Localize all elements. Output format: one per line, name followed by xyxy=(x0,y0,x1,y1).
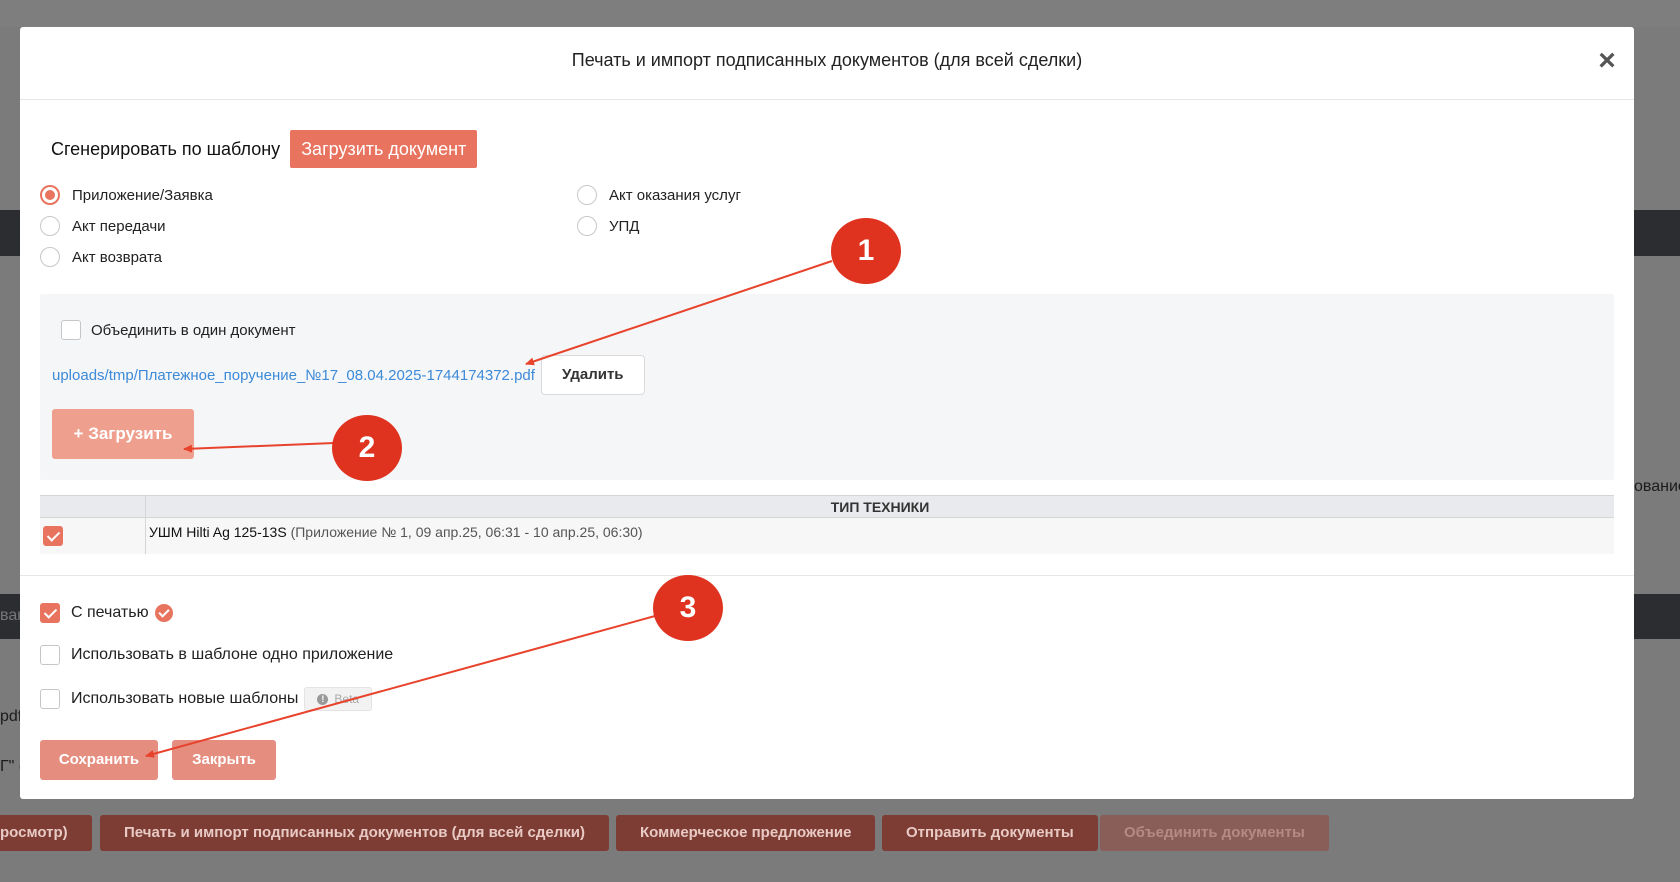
load-file-button[interactable]: + Загрузить xyxy=(52,409,194,459)
upload-panel: Объединить в один документ uploads/tmp/П… xyxy=(40,294,1614,480)
modal-title: Печать и импорт подписанных документов (… xyxy=(571,50,1083,70)
bg-commercial-offer-button[interactable]: Коммерческое предложение xyxy=(616,815,876,851)
info-icon: ! xyxy=(317,693,329,705)
bg-partial-text: ование xyxy=(1634,478,1680,495)
with-stamp-label: С печатью xyxy=(71,604,149,621)
equipment-detail: (Приложение № 1, 09 апр.25, 06:31 - 10 а… xyxy=(290,524,643,540)
merge-label: Объединить в один документ xyxy=(91,321,296,339)
save-button[interactable]: Сохранить xyxy=(40,740,158,780)
close-icon[interactable]: × xyxy=(1594,46,1620,76)
radio-unchecked-icon xyxy=(40,216,60,236)
checkbox-icon xyxy=(40,603,60,623)
bg-header-band xyxy=(0,0,1680,27)
radio-unchecked-icon xyxy=(577,185,597,205)
delete-file-button[interactable]: Удалить xyxy=(540,355,645,395)
checkbox-icon xyxy=(61,320,81,340)
merge-checkbox[interactable]: Объединить в один документ xyxy=(61,320,296,340)
radio-unchecked-icon xyxy=(577,216,597,236)
table-row: УШМ Hilti Ag 125-13S (Приложение № 1, 09… xyxy=(40,518,1614,554)
equipment-type-header: ТИП ТЕХНИКИ xyxy=(830,499,930,515)
bg-send-documents-button[interactable]: Отправить документы xyxy=(882,815,1098,851)
single-attachment-label: Использовать в шаблоне одно приложение xyxy=(71,646,394,663)
new-templates-label: Использовать новые шаблоны xyxy=(71,690,299,707)
bg-partial-text: pdf xyxy=(0,708,23,725)
new-templates-checkbox[interactable]: Использовать новые шаблоны ! Beta xyxy=(40,687,373,711)
bg-preview-button[interactable]: росмотр) xyxy=(0,815,92,851)
bg-print-import-button[interactable]: Печать и импорт подписанных документов (… xyxy=(100,815,609,851)
radio-label: Акт передачи xyxy=(72,217,166,235)
row-checkbox[interactable] xyxy=(43,526,63,546)
checkbox-icon xyxy=(40,645,60,665)
radio-label: Акт оказания услуг xyxy=(609,186,741,204)
bg-action-bar: росмотр) Печать и импорт подписанных док… xyxy=(0,815,1680,851)
table-header: ТИП ТЕХНИКИ xyxy=(40,495,1614,518)
bg-merge-documents-button: Объединить документы xyxy=(1100,815,1329,851)
radio-label: Акт возврата xyxy=(72,248,162,266)
equipment-name: УШМ Hilti Ag 125-13S xyxy=(149,524,287,540)
column-divider xyxy=(145,518,146,554)
uploaded-file-row: uploads/tmp/Платежное_поручение_№17_08.0… xyxy=(52,355,645,395)
verified-badge-icon xyxy=(154,604,173,622)
radio-checked-icon xyxy=(40,185,60,205)
beta-badge: ! Beta xyxy=(304,687,373,711)
modal-header: Печать и импорт подписанных документов (… xyxy=(20,27,1634,100)
generate-row: Сгенерировать по шаблону Загрузить докум… xyxy=(51,130,478,168)
radio-upd[interactable]: УПД xyxy=(577,216,639,236)
radio-services-act[interactable]: Акт оказания услуг xyxy=(577,185,741,205)
with-stamp-checkbox[interactable]: С печатью xyxy=(40,603,173,623)
radio-return-act[interactable]: Акт возврата xyxy=(40,247,162,267)
single-attachment-checkbox[interactable]: Использовать в шаблоне одно приложение xyxy=(40,645,393,665)
annotation-badge-1: 1 xyxy=(831,218,901,284)
close-button[interactable]: Закрыть xyxy=(172,740,276,780)
uploaded-file-link[interactable]: uploads/tmp/Платежное_поручение_№17_08.0… xyxy=(52,367,535,384)
radio-label: УПД xyxy=(609,217,640,235)
section-divider xyxy=(20,575,1634,576)
annotation-badge-3: 3 xyxy=(653,575,723,641)
upload-document-button[interactable]: Загрузить документ xyxy=(290,130,478,168)
radio-unchecked-icon xyxy=(40,247,60,267)
radio-application[interactable]: Приложение/Заявка xyxy=(40,185,213,205)
radio-transfer-act[interactable]: Акт передачи xyxy=(40,216,166,236)
beta-label: Beta xyxy=(334,692,360,706)
checkbox-icon xyxy=(40,689,60,709)
radio-label: Приложение/Заявка xyxy=(72,186,213,204)
equipment-table: ТИП ТЕХНИКИ УШМ Hilti Ag 125-13S (Прилож… xyxy=(40,495,1614,554)
annotation-badge-2: 2 xyxy=(332,415,402,481)
equipment-cell: УШМ Hilti Ag 125-13S (Приложение № 1, 09… xyxy=(149,524,643,540)
generate-by-template-label: Сгенерировать по шаблону xyxy=(51,138,281,159)
print-import-modal: Печать и импорт подписанных документов (… xyxy=(20,27,1634,799)
